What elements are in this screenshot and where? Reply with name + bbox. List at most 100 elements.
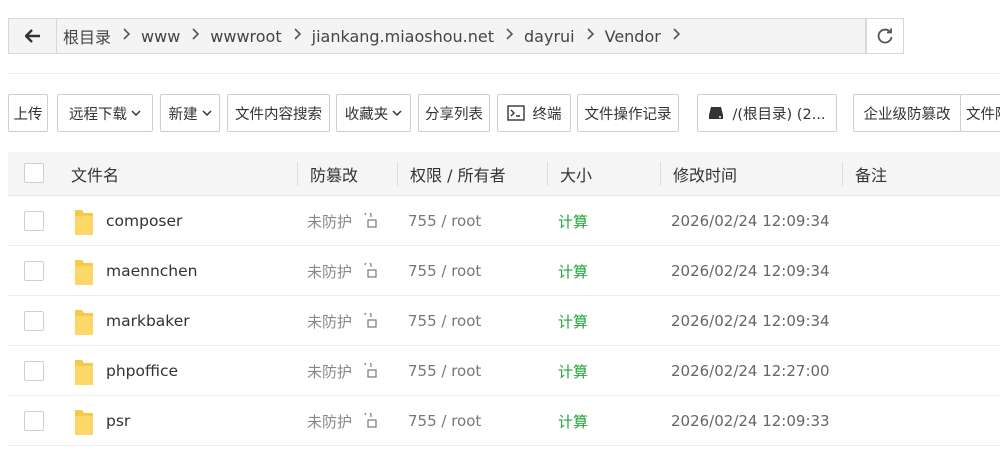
breadcrumb-item-vendor[interactable]: Vendor: [605, 27, 661, 46]
upload-label: 上传: [13, 106, 43, 123]
unlock-icon[interactable]: [362, 213, 378, 229]
enterprise-tamper-label: 企业级防篡改: [863, 106, 951, 123]
new-label: 新建: [168, 106, 198, 123]
chevron-right-icon: [506, 28, 514, 44]
upload-button[interactable]: 上传: [8, 94, 48, 132]
breadcrumb-item-wwwroot[interactable]: wwwroot: [210, 27, 281, 46]
row-checkbox[interactable]: [24, 411, 44, 431]
file-more-label: 文件降: [966, 106, 1000, 123]
table-row[interactable]: maennchen 未防护 755 / root 计算 2026/02/24 1…: [8, 246, 1000, 296]
chevron-down-icon: [131, 109, 141, 117]
column-divider: [397, 162, 398, 186]
column-header-tamper[interactable]: 防篡改: [310, 152, 358, 196]
column-header-mtime[interactable]: 修改时间: [673, 152, 737, 196]
calc-size-link[interactable]: 计算: [558, 396, 588, 446]
file-name[interactable]: composer: [106, 196, 182, 246]
refresh-icon: [877, 28, 893, 44]
calc-size-link[interactable]: 计算: [558, 196, 588, 246]
file-name[interactable]: psr: [106, 396, 130, 446]
content-search-button[interactable]: 文件内容搜索: [227, 94, 330, 132]
terminal-button[interactable]: 终端: [497, 94, 571, 132]
permission-owner[interactable]: 755 / root: [408, 246, 481, 296]
favorites-button[interactable]: 收藏夹: [336, 94, 411, 132]
share-list-button[interactable]: 分享列表: [418, 94, 490, 132]
column-header-note: 备注: [855, 166, 888, 185]
chevron-right-icon: [123, 28, 131, 44]
arrow-left-icon: [24, 29, 40, 43]
permission-owner[interactable]: 755 / root: [408, 346, 481, 396]
row-checkbox[interactable]: [24, 311, 44, 331]
chevron-right-icon: [192, 28, 200, 44]
folder-icon: [75, 310, 93, 335]
column-divider: [842, 162, 843, 186]
chevron-right-icon: [587, 28, 595, 44]
unlock-icon[interactable]: [362, 263, 378, 279]
table-row[interactable]: markbaker 未防护 755 / root 计算 2026/02/24 1…: [8, 296, 1000, 346]
permission-owner[interactable]: 755 / root: [408, 196, 481, 246]
column-header-perm[interactable]: 权限 / 所有者: [410, 152, 506, 196]
row-checkbox[interactable]: [24, 211, 44, 231]
row-checkbox[interactable]: [24, 261, 44, 281]
chevron-right-icon: [294, 28, 302, 44]
calc-size-link[interactable]: 计算: [558, 346, 588, 396]
table-header: 文件名 防篡改 权限 / 所有者 大小 修改时间 备注: [8, 152, 1000, 196]
op-log-button[interactable]: 文件操作记录: [577, 94, 679, 132]
folder-icon: [75, 210, 93, 235]
divider: [8, 73, 1000, 74]
file-more-button[interactable]: 文件降: [960, 94, 1000, 132]
protect-status: 未防护: [307, 412, 353, 431]
breadcrumb-item-dayrui[interactable]: dayrui: [524, 27, 575, 46]
select-all-checkbox[interactable]: [24, 163, 44, 183]
permission-owner[interactable]: 755 / root: [408, 296, 481, 346]
toolbar: 上传 远程下载 新建 文件内容搜索 收藏夹 分享列表 终端 文件操作记录 /(根…: [8, 94, 1000, 132]
terminal-icon: [506, 105, 525, 121]
chevron-down-icon: [392, 109, 402, 117]
breadcrumb-item-domain[interactable]: jiankang.miaoshou.net: [312, 27, 494, 46]
unlock-icon[interactable]: [362, 363, 378, 379]
back-button[interactable]: [8, 18, 56, 54]
calc-size-link[interactable]: 计算: [558, 296, 588, 346]
breadcrumb: 根目录 www wwwroot jiankang.miaoshou.net da…: [56, 18, 866, 54]
file-name[interactable]: markbaker: [106, 296, 190, 346]
unlock-icon[interactable]: [362, 313, 378, 329]
file-name[interactable]: maennchen: [106, 246, 198, 296]
disk-button[interactable]: /(根目录) (2...: [697, 94, 837, 132]
address-bar: 根目录 www wwwroot jiankang.miaoshou.net da…: [8, 18, 904, 54]
folder-icon: [75, 260, 93, 285]
protect-status: 未防护: [307, 212, 353, 231]
remote-download-label: 远程下载: [69, 106, 127, 123]
folder-icon: [75, 360, 93, 385]
refresh-button[interactable]: [866, 18, 904, 54]
folder-icon: [75, 410, 93, 435]
file-name[interactable]: phpoffice: [106, 346, 178, 396]
enterprise-tamper-button[interactable]: 企业级防篡改: [853, 94, 961, 132]
calc-size-link[interactable]: 计算: [558, 246, 588, 296]
column-header-name[interactable]: 文件名: [71, 152, 119, 196]
new-button[interactable]: 新建: [160, 94, 220, 132]
permission-owner[interactable]: 755 / root: [408, 396, 481, 446]
op-log-label: 文件操作记录: [584, 106, 672, 123]
table-row[interactable]: psr 未防护 755 / root 计算 2026/02/24 12:09:3…: [8, 396, 1000, 446]
chevron-down-icon: [201, 109, 212, 117]
modified-time: 2026/02/24 12:09:33: [671, 412, 830, 430]
content-search-label: 文件内容搜索: [235, 106, 322, 123]
hard-drive-icon: [708, 106, 724, 120]
protect-status: 未防护: [307, 312, 353, 331]
table-row[interactable]: phpoffice 未防护 755 / root 计算 2026/02/24 1…: [8, 346, 1000, 396]
modified-time: 2026/02/24 12:09:34: [671, 262, 830, 280]
column-divider: [547, 162, 548, 186]
chevron-right-icon: [673, 28, 681, 44]
remote-download-button[interactable]: 远程下载: [57, 94, 153, 132]
unlock-icon[interactable]: [362, 413, 378, 429]
table-row[interactable]: composer 未防护 755 / root 计算 2026/02/24 12…: [8, 196, 1000, 246]
column-header-size[interactable]: 大小: [560, 152, 592, 196]
modified-time: 2026/02/24 12:09:34: [671, 212, 830, 230]
protect-status: 未防护: [307, 362, 353, 381]
modified-time: 2026/02/24 12:27:00: [671, 362, 830, 380]
breadcrumb-item-www[interactable]: www: [141, 27, 180, 46]
share-list-label: 分享列表: [425, 106, 483, 123]
favorites-label: 收藏夹: [344, 106, 389, 123]
row-checkbox[interactable]: [24, 361, 44, 381]
modified-time: 2026/02/24 12:09:34: [671, 312, 830, 330]
breadcrumb-item-root[interactable]: 根目录: [63, 24, 111, 48]
